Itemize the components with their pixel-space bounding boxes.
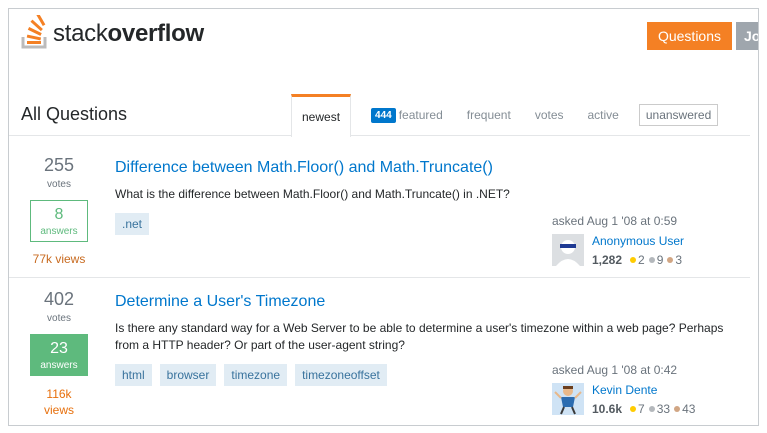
silver-badge-icon	[648, 406, 655, 412]
tab-unanswered[interactable]: unanswered	[638, 104, 719, 126]
question-summary: 255 votes 8 answers 77k views Difference…	[9, 144, 750, 278]
accepted-answer-count-box: 23 answers	[30, 334, 88, 376]
tab-active[interactable]: active	[576, 94, 631, 136]
reputation: 10.6k 7 33 43	[592, 402, 695, 416]
votes-label: votes	[47, 313, 71, 324]
view-count-number: 116k	[46, 387, 72, 401]
sort-tabs: newest 444 featured frequent votes activ…	[291, 94, 719, 137]
reputation-score: 10.6k	[592, 402, 623, 416]
asked-timestamp: asked Aug 1 '08 at 0:42	[552, 363, 678, 377]
bronze-badge-count: 43	[682, 402, 696, 416]
gold-badge-icon	[630, 257, 637, 263]
user-card: Kevin Dente 10.6k 7 33 43	[552, 383, 695, 416]
bronze-badge-count: 3	[675, 253, 683, 267]
asked-timestamp: asked Aug 1 '08 at 0:59	[552, 214, 678, 228]
subheader: All Questions newest 444 featured freque…	[9, 94, 750, 137]
vote-count: 402	[43, 289, 75, 309]
silver-badge-icon	[648, 257, 655, 263]
question-title-link[interactable]: Determine a User's Timezone	[115, 293, 750, 311]
featured-count-badge: 444	[371, 107, 396, 123]
stack-overflow-logo-icon	[21, 15, 47, 49]
silver-badge-count: 9	[656, 253, 664, 267]
gold-badge-count: 2	[638, 253, 645, 267]
kevin-dente-avatar[interactable]	[552, 383, 584, 415]
question-title-link[interactable]: Difference between Math.Floor() and Math…	[115, 159, 750, 177]
answers-label: answers	[40, 226, 78, 237]
tab-featured[interactable]: 444 featured	[359, 94, 455, 136]
gold-badge-icon	[630, 406, 637, 412]
question-summary: 402 votes 23 answers 116k views Determin…	[9, 286, 750, 425]
questions-button[interactable]: Questions	[647, 22, 732, 50]
votes-label: votes	[47, 179, 71, 190]
view-count: 116k views	[9, 386, 109, 418]
vote-count: 255	[43, 155, 75, 175]
tag[interactable]: html	[115, 364, 152, 386]
answers-label: answers	[40, 360, 78, 371]
bronze-badge-icon	[674, 406, 681, 412]
view-count-label: views	[43, 403, 74, 417]
user-card: Anonymous User 1,282 2 9 3	[552, 234, 684, 267]
user-name-link[interactable]: Kevin Dente	[592, 383, 695, 397]
question-excerpt: Is there any standard way for a Web Serv…	[115, 321, 724, 352]
jobs-button[interactable]: Jo	[736, 22, 758, 50]
stack-overflow-logo[interactable]: stackoverflow	[21, 15, 204, 49]
reputation-score: 1,282	[592, 253, 623, 267]
view-count: 77k views	[32, 252, 86, 266]
silver-badge-count: 33	[656, 402, 671, 416]
tab-frequent[interactable]: frequent	[455, 94, 523, 136]
browser-frame: stackoverflow Questions Jo All Questions…	[8, 8, 759, 426]
post-owner: asked Aug 1 '08 at 0:42 Kevin Dente 10.6…	[552, 363, 695, 416]
tag[interactable]: timezone	[224, 364, 288, 386]
logo-text: stackoverflow	[53, 20, 204, 47]
answer-count: 8	[54, 206, 64, 223]
question-stats: 402 votes 23 answers 116k views	[9, 289, 109, 418]
tab-votes[interactable]: votes	[523, 94, 576, 136]
tab-newest[interactable]: newest	[291, 94, 352, 137]
post-owner: asked Aug 1 '08 at 0:59 Anonymous User 1…	[552, 214, 684, 267]
gold-badge-count: 7	[638, 402, 645, 416]
question-excerpt: What is the difference between Math.Floo…	[115, 187, 510, 201]
page-title: All Questions	[21, 104, 128, 124]
user-name-link[interactable]: Anonymous User	[592, 234, 684, 248]
tag[interactable]: browser	[159, 364, 217, 386]
question-stats: 255 votes 8 answers 77k views	[9, 155, 109, 266]
bronze-badge-icon	[667, 257, 674, 263]
answer-count-box: 8 answers	[30, 200, 88, 242]
anonymous-user-avatar[interactable]	[552, 234, 584, 266]
tag[interactable]: timezoneoffset	[295, 364, 387, 386]
reputation: 1,282 2 9 3	[592, 253, 684, 267]
tab-featured-label: featured	[398, 108, 443, 122]
answer-count: 23	[50, 340, 68, 357]
tag[interactable]: .net	[115, 213, 150, 235]
